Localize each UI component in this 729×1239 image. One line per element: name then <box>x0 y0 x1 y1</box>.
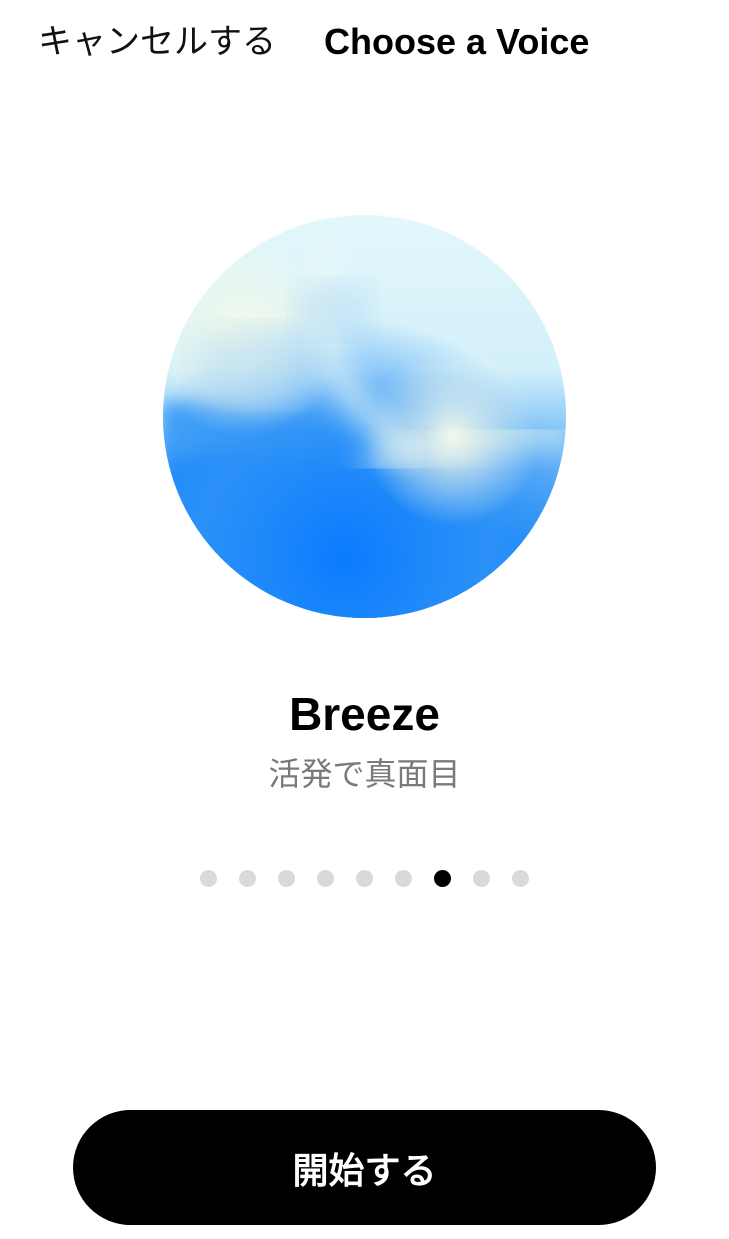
page-dot[interactable] <box>200 869 217 887</box>
cancel-button[interactable]: キャンセルする <box>38 20 276 64</box>
page-dot[interactable] <box>356 869 373 887</box>
page-indicator <box>0 868 729 888</box>
page-dot[interactable] <box>317 869 334 887</box>
voice-name: Breeze <box>289 688 440 740</box>
start-button[interactable]: 開始する <box>73 1110 656 1225</box>
page-dot[interactable] <box>239 869 256 887</box>
page-dot[interactable] <box>473 869 490 887</box>
page-title: Choose a Voice <box>324 21 590 62</box>
voice-orb[interactable] <box>163 215 566 618</box>
page-dot[interactable] <box>512 869 529 887</box>
header: キャンセルする Choose a Voice <box>0 0 729 90</box>
page-dot[interactable] <box>278 869 295 887</box>
page-dot-active[interactable] <box>434 869 451 887</box>
voice-description: 活発で真面目 <box>268 755 461 793</box>
page-dot[interactable] <box>395 869 412 887</box>
voice-orb-graphic <box>163 215 566 618</box>
choose-voice-screen: キャンセルする Choose a Voice Breeze 活発で真面目 開始す… <box>0 0 729 1239</box>
